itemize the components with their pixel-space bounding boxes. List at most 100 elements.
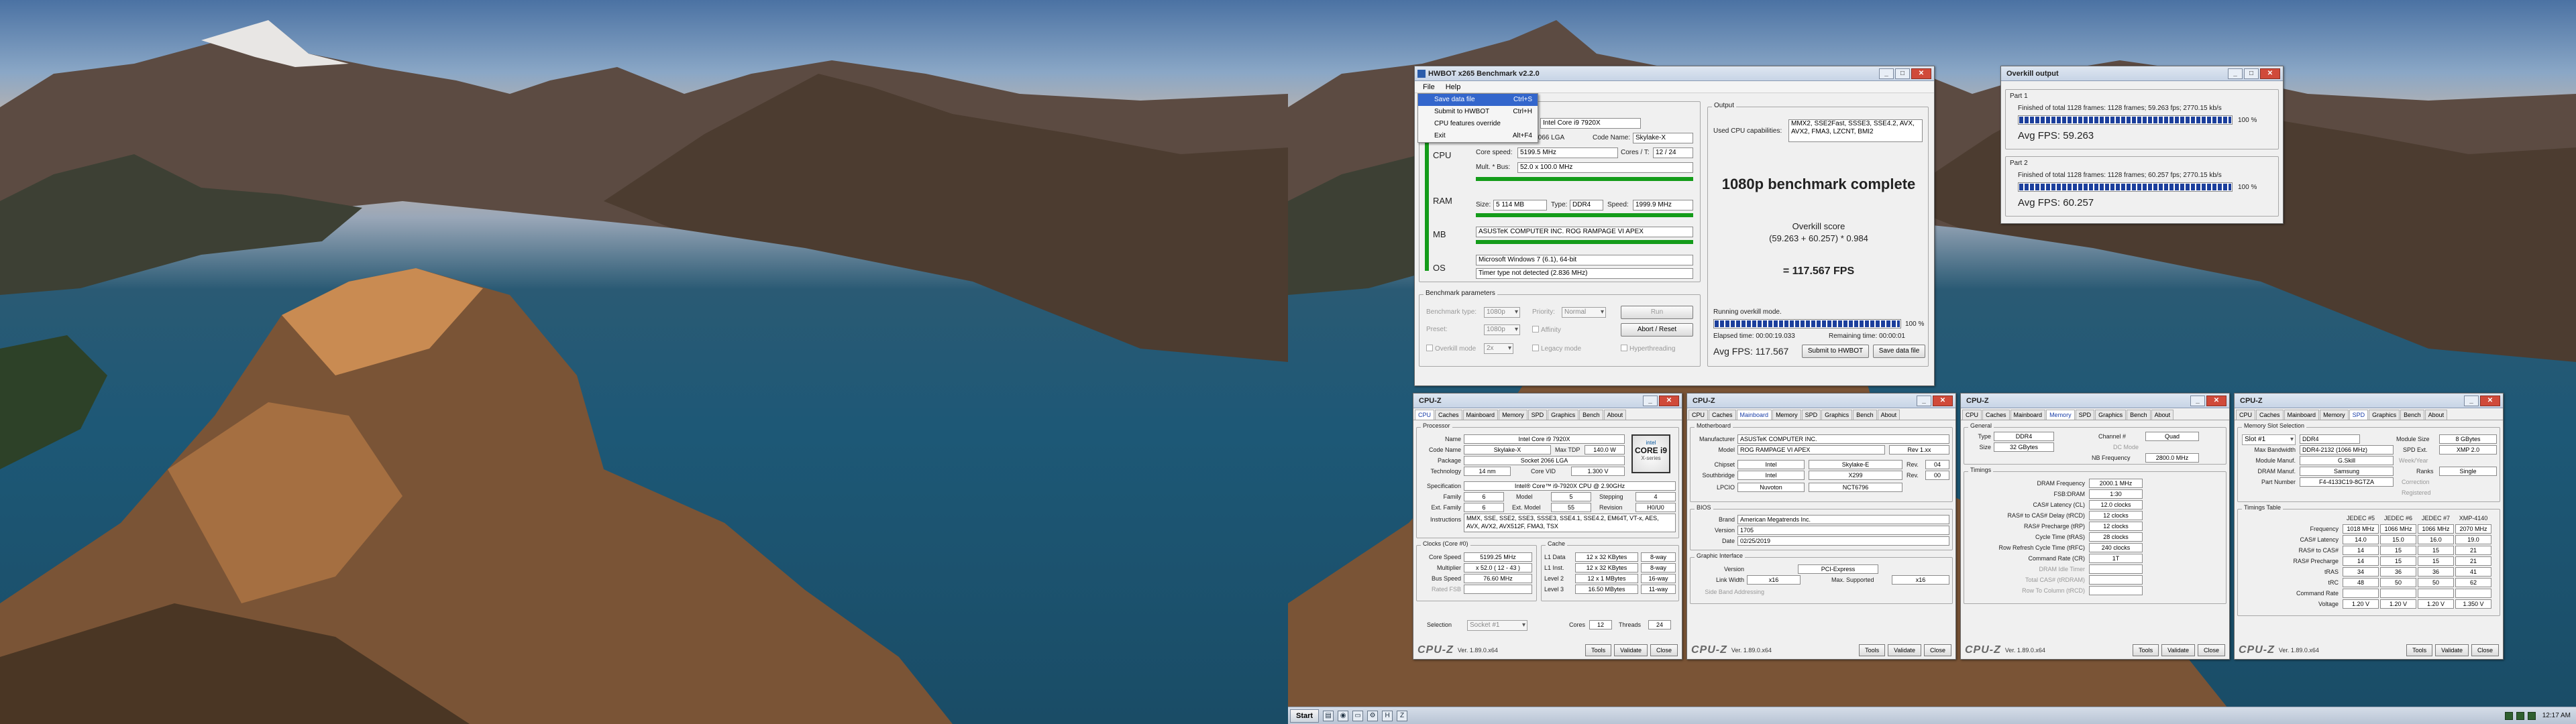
cpuz-taskbar-icon[interactable]: Z xyxy=(1397,710,1408,721)
settings-icon[interactable]: ⚙ xyxy=(1367,710,1379,721)
hwbot-taskbar-icon[interactable]: H xyxy=(1382,710,1393,721)
cpuz-memory-window[interactable]: CPU-Z _ ✕ CPU Caches Mainboard Memory SPD Graph… xyxy=(1960,393,2230,660)
maximize-icon[interactable]: □ xyxy=(1895,68,1910,79)
hwbot-window[interactable]: HWBOT x265 Benchmark v2.2.0 _ □ ✕ File H… xyxy=(1414,66,1935,386)
minimize-icon[interactable]: _ xyxy=(1879,68,1894,79)
close-icon[interactable]: ✕ xyxy=(2260,68,2280,79)
close-button[interactable]: Close xyxy=(1650,644,1678,656)
tab-mainboard[interactable]: Mainboard xyxy=(2010,410,2046,420)
tools-button[interactable]: Tools xyxy=(2406,644,2433,656)
legacy-mode-checkbox[interactable]: Legacy mode xyxy=(1532,345,1581,353)
close-button[interactable]: Close xyxy=(2197,644,2225,656)
abort-reset-button[interactable]: Abort / Reset xyxy=(1621,323,1693,337)
close-icon[interactable]: ✕ xyxy=(2206,395,2226,406)
clock[interactable]: 12:17 AM xyxy=(2542,712,2571,719)
tab-memory[interactable]: Memory xyxy=(1772,410,1801,420)
tab-mainboard[interactable]: Mainboard xyxy=(2284,410,2320,420)
menu-item-cpu-override[interactable]: CPU features override xyxy=(1418,118,1538,130)
tab-caches[interactable]: Caches xyxy=(2256,410,2284,420)
tab-memory[interactable]: Memory xyxy=(1499,410,1527,420)
folder-icon[interactable]: ▭ xyxy=(1352,710,1364,721)
cpuz-cpu-window[interactable]: CPU-Z _ ✕ CPU Caches Mainboard Memory SPD Graph… xyxy=(1413,393,1682,660)
close-button[interactable]: Close xyxy=(2471,644,2499,656)
tab-mainboard[interactable]: Mainboard xyxy=(1736,410,1772,420)
cpuz-titlebar[interactable]: CPU-Z _ ✕ xyxy=(1687,394,1955,408)
tab-cpu[interactable]: CPU xyxy=(2236,410,2256,420)
hwbot-titlebar[interactable]: HWBOT x265 Benchmark v2.2.0 _ □ ✕ xyxy=(1415,66,1934,81)
tray-volume-icon[interactable] xyxy=(2516,711,2524,720)
tab-caches[interactable]: Caches xyxy=(1982,410,2010,420)
run-button[interactable]: Run xyxy=(1621,306,1693,319)
menu-item-submit-hwbot[interactable]: Submit to HWBOT Ctrl+H xyxy=(1418,106,1538,118)
tab-graphics[interactable]: Graphics xyxy=(1821,410,1853,420)
validate-button[interactable]: Validate xyxy=(2435,644,2469,656)
overkill-output-window[interactable]: Overkill output _ □ ✕ Part 1 Finished of… xyxy=(2000,66,2284,224)
tray-network-icon[interactable] xyxy=(2504,711,2513,720)
bench-type-select[interactable]: 1080p xyxy=(1484,307,1520,318)
tab-memory[interactable]: Memory xyxy=(2320,410,2349,420)
maximize-icon[interactable]: □ xyxy=(2244,68,2259,79)
tab-spd[interactable]: SPD xyxy=(1527,410,1548,420)
minimize-icon[interactable]: _ xyxy=(1643,395,1658,406)
tab-mainboard[interactable]: Mainboard xyxy=(1462,410,1499,420)
tab-spd[interactable]: SPD xyxy=(2075,410,2095,420)
tab-bench[interactable]: Bench xyxy=(2400,410,2424,420)
tab-caches[interactable]: Caches xyxy=(1435,410,1462,420)
menu-item-exit[interactable]: Exit Alt+F4 xyxy=(1418,130,1538,142)
selection-select[interactable]: Socket #1 xyxy=(1467,620,1527,631)
tab-about[interactable]: About xyxy=(2151,410,2174,420)
start-button[interactable]: Start xyxy=(1290,709,1320,723)
menu-item-save-data-file[interactable]: Save data file Ctrl+S xyxy=(1418,94,1538,106)
cpuz-spd-window[interactable]: CPU-Z _ ✕ CPU Caches Mainboard Memory SPD Graph… xyxy=(2234,393,2504,660)
tools-button[interactable]: Tools xyxy=(1585,644,1612,656)
tab-graphics[interactable]: Graphics xyxy=(2095,410,2127,420)
tab-graphics[interactable]: Graphics xyxy=(2369,410,2400,420)
close-icon[interactable]: ✕ xyxy=(1659,395,1679,406)
preset-select[interactable]: 1080p xyxy=(1484,324,1520,335)
tab-about[interactable]: About xyxy=(1603,410,1627,420)
tab-bench[interactable]: Bench xyxy=(1579,410,1603,420)
save-data-file-button[interactable]: Save data file xyxy=(1873,345,1925,358)
minimize-icon[interactable]: _ xyxy=(2190,395,2205,406)
overkill-select[interactable]: 2x xyxy=(1484,343,1513,354)
browser-icon[interactable]: ◉ xyxy=(1338,710,1349,721)
tab-about[interactable]: About xyxy=(1877,410,1900,420)
tab-memory[interactable]: Memory xyxy=(2046,410,2075,420)
validate-button[interactable]: Validate xyxy=(1888,644,1921,656)
close-button[interactable]: Close xyxy=(1923,644,1951,656)
hyperthreading-checkbox[interactable]: Hyperthreading xyxy=(1621,345,1675,353)
tab-graphics[interactable]: Graphics xyxy=(1548,410,1579,420)
affinity-checkbox[interactable]: Affinity xyxy=(1532,326,1561,334)
priority-select[interactable]: Normal xyxy=(1562,307,1606,318)
menu-help[interactable]: Help xyxy=(1440,83,1466,91)
tab-bench[interactable]: Bench xyxy=(1853,410,1877,420)
tab-spd[interactable]: SPD xyxy=(2349,410,2369,420)
tab-cpu[interactable]: CPU xyxy=(1415,410,1435,420)
validate-button[interactable]: Validate xyxy=(1614,644,1648,656)
minimize-icon[interactable]: _ xyxy=(1917,395,1931,406)
tab-caches[interactable]: Caches xyxy=(1709,410,1736,420)
explorer-icon[interactable]: ▤ xyxy=(1323,710,1334,721)
close-icon[interactable]: ✕ xyxy=(1911,68,1931,79)
tab-about[interactable]: About xyxy=(2424,410,2448,420)
slot-select[interactable]: Slot #1 xyxy=(2242,434,2296,445)
validate-button[interactable]: Validate xyxy=(2161,644,2195,656)
cpuz-titlebar[interactable]: CPU-Z _ ✕ xyxy=(1961,394,2229,408)
tools-button[interactable]: Tools xyxy=(1859,644,1886,656)
tools-button[interactable]: Tools xyxy=(2133,644,2159,656)
tray-monitor-icon[interactable] xyxy=(2527,711,2536,720)
cpuz-titlebar[interactable]: CPU-Z _ ✕ xyxy=(1413,394,1682,408)
cpuz-titlebar[interactable]: CPU-Z _ ✕ xyxy=(2235,394,2503,408)
minimize-icon[interactable]: _ xyxy=(2464,395,2479,406)
overkill-titlebar[interactable]: Overkill output _ □ ✕ xyxy=(2001,66,2283,81)
submit-hwbot-button[interactable]: Submit to HWBOT xyxy=(1802,345,1869,358)
tab-cpu[interactable]: CPU xyxy=(1688,410,1709,420)
close-icon[interactable]: ✕ xyxy=(2480,395,2500,406)
menu-file[interactable]: File xyxy=(1417,83,1440,91)
close-icon[interactable]: ✕ xyxy=(1933,395,1953,406)
tab-cpu[interactable]: CPU xyxy=(1962,410,1982,420)
overkill-mode-checkbox[interactable]: Overkill mode xyxy=(1426,345,1476,353)
cpuz-mainboard-window[interactable]: CPU-Z _ ✕ CPU Caches Mainboard Memory SPD Graph… xyxy=(1686,393,1956,660)
tab-spd[interactable]: SPD xyxy=(1801,410,1821,420)
tab-bench[interactable]: Bench xyxy=(2127,410,2151,420)
